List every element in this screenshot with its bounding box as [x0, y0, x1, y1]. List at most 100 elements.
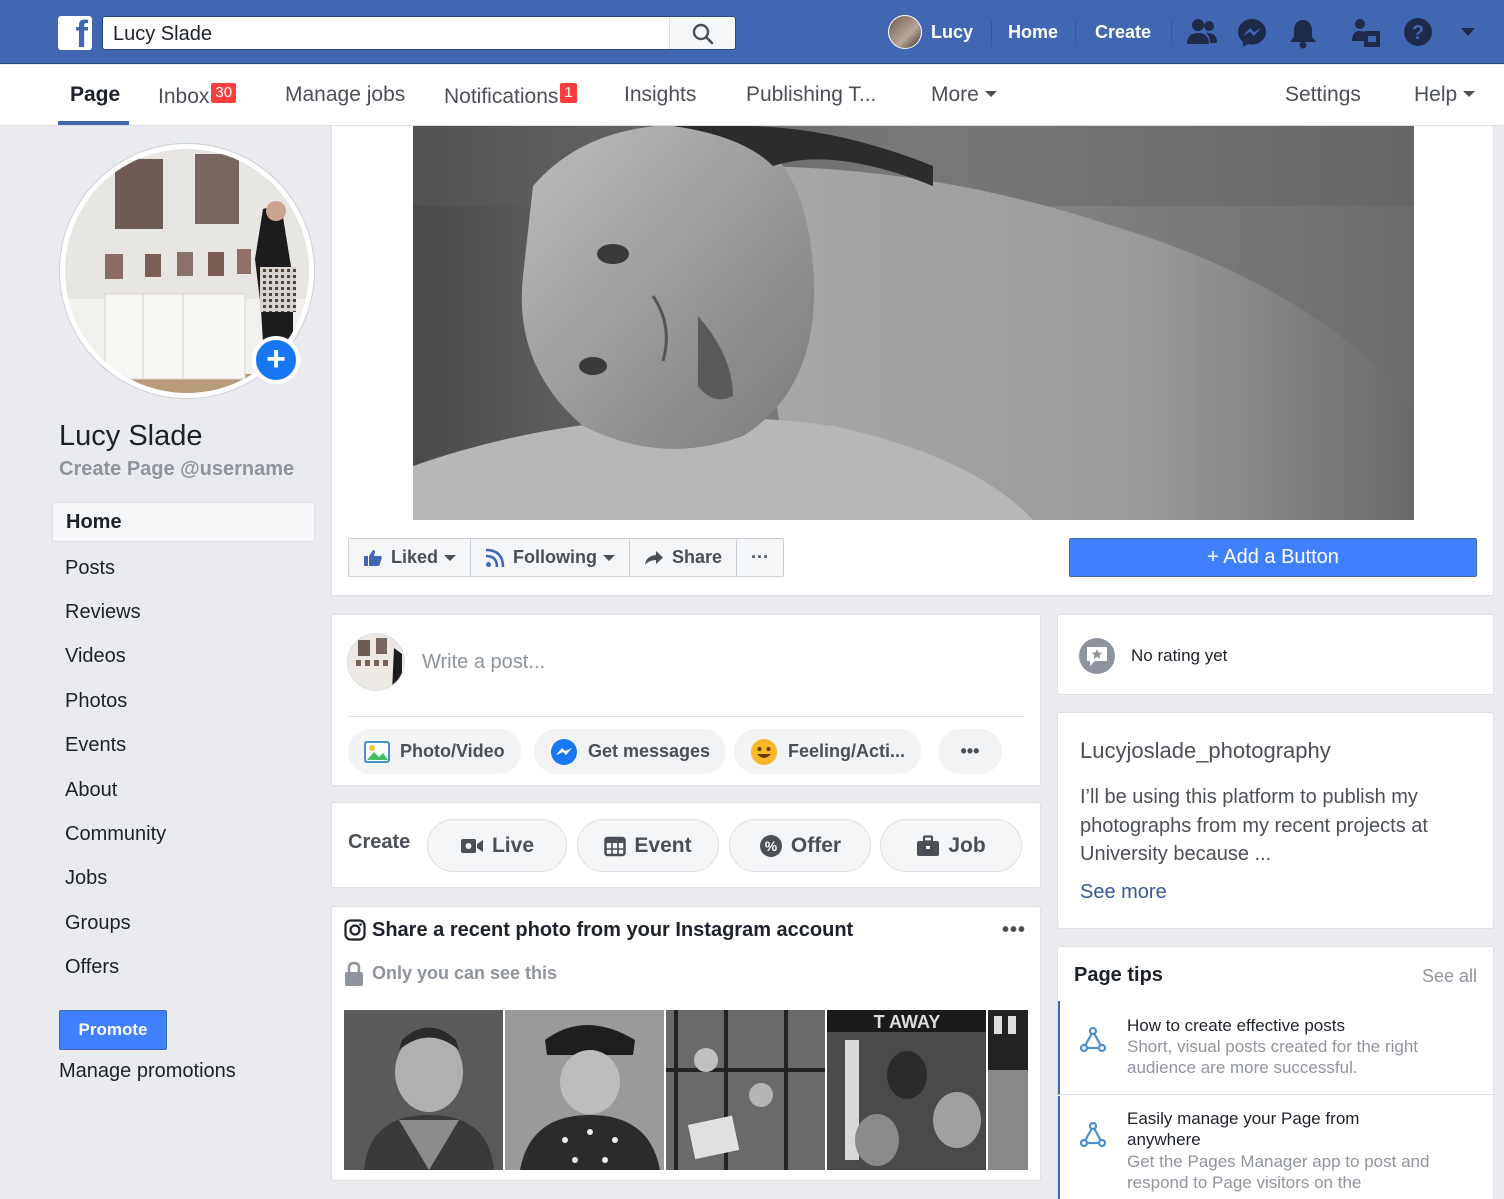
sidebar-item-community[interactable]: Community: [52, 812, 315, 856]
sidebar-item-offers[interactable]: Offers: [52, 946, 315, 990]
tab-page[interactable]: Page: [70, 83, 120, 107]
rss-icon: [485, 548, 505, 567]
instagram-thumbnail[interactable]: [344, 1010, 503, 1170]
instagram-thumbnail[interactable]: T AWAY: [827, 1010, 986, 1170]
caret-down-icon: [1463, 91, 1476, 97]
more-actions-button[interactable]: ···: [737, 539, 783, 576]
facebook-logo-icon[interactable]: f: [58, 16, 92, 54]
search-icon: [692, 23, 714, 45]
search-button[interactable]: [669, 17, 735, 49]
svg-text:%: %: [765, 838, 778, 854]
protest-photo-image: [666, 1010, 825, 1170]
live-label: Live: [491, 833, 535, 857]
sidebar-item-home[interactable]: Home: [52, 502, 315, 542]
search-input[interactable]: [113, 21, 663, 47]
about-title: Lucyjoslade_photography: [1080, 738, 1331, 763]
sidebar-item-groups[interactable]: Groups: [52, 901, 315, 945]
divider: [1171, 20, 1172, 46]
tab-more-label: More: [931, 83, 979, 106]
svg-text:?: ?: [1412, 22, 1424, 44]
friends-icon[interactable]: [1186, 17, 1218, 47]
video-camera-icon: [460, 838, 483, 853]
instagram-card-title: Share a recent photo from your Instagram…: [372, 919, 854, 941]
rating-card: No rating yet: [1057, 614, 1494, 695]
caret-down-icon: [984, 91, 997, 97]
add-a-button-button[interactable]: + Add a Button: [1069, 538, 1477, 577]
create-username-link[interactable]: Create Page @username: [59, 458, 294, 481]
tab-notifications[interactable]: Notifications 1: [444, 83, 577, 109]
portrait-photo-image: [505, 1010, 664, 1170]
tab-manage-jobs[interactable]: Manage jobs: [285, 83, 405, 107]
help-icon[interactable]: ?: [1403, 17, 1433, 47]
home-link[interactable]: Home: [1008, 22, 1058, 43]
profile-name-link[interactable]: Lucy: [931, 22, 973, 43]
instagram-icon: [344, 919, 366, 941]
page-sidebar-nav: Home Posts Reviews Videos Photos Events …: [52, 502, 315, 990]
create-live-button[interactable]: Live: [427, 819, 567, 872]
instagram-thumbnail[interactable]: [988, 1010, 1028, 1170]
sidebar-item-events[interactable]: Events: [52, 724, 315, 768]
inbox-count-badge: 30: [211, 83, 237, 103]
create-job-button[interactable]: Job: [880, 819, 1022, 872]
tab-insights[interactable]: Insights: [624, 83, 696, 107]
page-tip-title: How to create effective posts: [1127, 1016, 1345, 1035]
tab-publishing-tools[interactable]: Publishing T...: [746, 83, 876, 107]
privacy-note: Only you can see this: [372, 963, 558, 983]
messenger-icon[interactable]: [1236, 17, 1268, 49]
liked-button[interactable]: Liked: [349, 539, 472, 576]
page-name: Lucy Slade: [59, 420, 203, 452]
manage-promotions-link[interactable]: Manage promotions: [59, 1060, 236, 1083]
offer-tag-icon: %: [759, 834, 782, 857]
page-tip-item[interactable]: Easily manage your Page from anywhere Ge…: [1058, 1096, 1495, 1199]
sidebar-item-jobs[interactable]: Jobs: [52, 857, 315, 901]
create-offer-button[interactable]: % Offer: [729, 819, 871, 872]
create-link[interactable]: Create: [1095, 22, 1151, 43]
sidebar-item-reviews[interactable]: Reviews: [52, 590, 315, 634]
following-button[interactable]: Following: [471, 539, 630, 576]
write-post-input[interactable]: Write a post...: [422, 651, 545, 674]
portrait-photo-image: [344, 1010, 503, 1170]
about-description: I’ll be using this platform to publish m…: [1080, 786, 1428, 865]
about-card: Lucyjoslade_photography I’ll be using th…: [1057, 712, 1494, 929]
get-messages-button[interactable]: Get messages: [534, 729, 727, 774]
photo-video-button[interactable]: Photo/Video: [348, 729, 521, 774]
promote-button[interactable]: Promote: [59, 1010, 167, 1050]
sidebar-item-videos[interactable]: Videos: [52, 635, 315, 679]
see-more-link[interactable]: See more: [1080, 881, 1167, 904]
feeling-activity-button[interactable]: Feeling/Acti...: [734, 729, 922, 774]
instagram-more-button[interactable]: •••: [1002, 919, 1026, 942]
tab-notifications-label: Notifications: [444, 85, 559, 108]
street-photo-image: [988, 1010, 1028, 1170]
instagram-photo-strip: T AWAY: [344, 1010, 1028, 1170]
caret-down-icon[interactable]: [1460, 27, 1476, 37]
crowd-photo-image: T AWAY: [827, 1010, 986, 1170]
sidebar-item-posts[interactable]: Posts: [52, 546, 315, 590]
event-label: Event: [634, 833, 692, 857]
instagram-thumbnail[interactable]: [666, 1010, 825, 1170]
messenger-icon: [551, 738, 577, 765]
instagram-thumbnail[interactable]: [505, 1010, 664, 1170]
tab-help[interactable]: Help: [1414, 83, 1476, 107]
job-label: Job: [948, 833, 986, 857]
composer-more-button[interactable]: •••: [938, 729, 1002, 774]
sidebar-item-about[interactable]: About: [52, 768, 315, 812]
cover-photo[interactable]: [413, 126, 1414, 520]
page-switch-icon[interactable]: [1350, 17, 1382, 49]
tab-inbox[interactable]: Inbox 30: [158, 83, 237, 109]
add-profile-photo-button[interactable]: +: [252, 336, 300, 384]
page-tip-item[interactable]: How to create effective posts Short, vis…: [1058, 1001, 1495, 1095]
see-all-tips-link[interactable]: See all: [1422, 966, 1477, 987]
sidebar-item-photos[interactable]: Photos: [52, 679, 315, 723]
bell-icon[interactable]: [1288, 17, 1318, 49]
divider: [1075, 20, 1076, 46]
svg-text:T AWAY: T AWAY: [874, 1012, 941, 1032]
tab-settings[interactable]: Settings: [1285, 83, 1361, 107]
rating-status: No rating yet: [1131, 646, 1228, 665]
cover-section: Liked Following Share ··· + Add a Button: [331, 126, 1494, 596]
following-label: Following: [513, 547, 597, 567]
create-event-button[interactable]: Event: [577, 819, 719, 872]
tab-more[interactable]: More: [931, 83, 997, 107]
share-button[interactable]: Share: [630, 539, 738, 576]
profile-link[interactable]: [888, 15, 922, 49]
create-label: Create: [348, 831, 411, 853]
